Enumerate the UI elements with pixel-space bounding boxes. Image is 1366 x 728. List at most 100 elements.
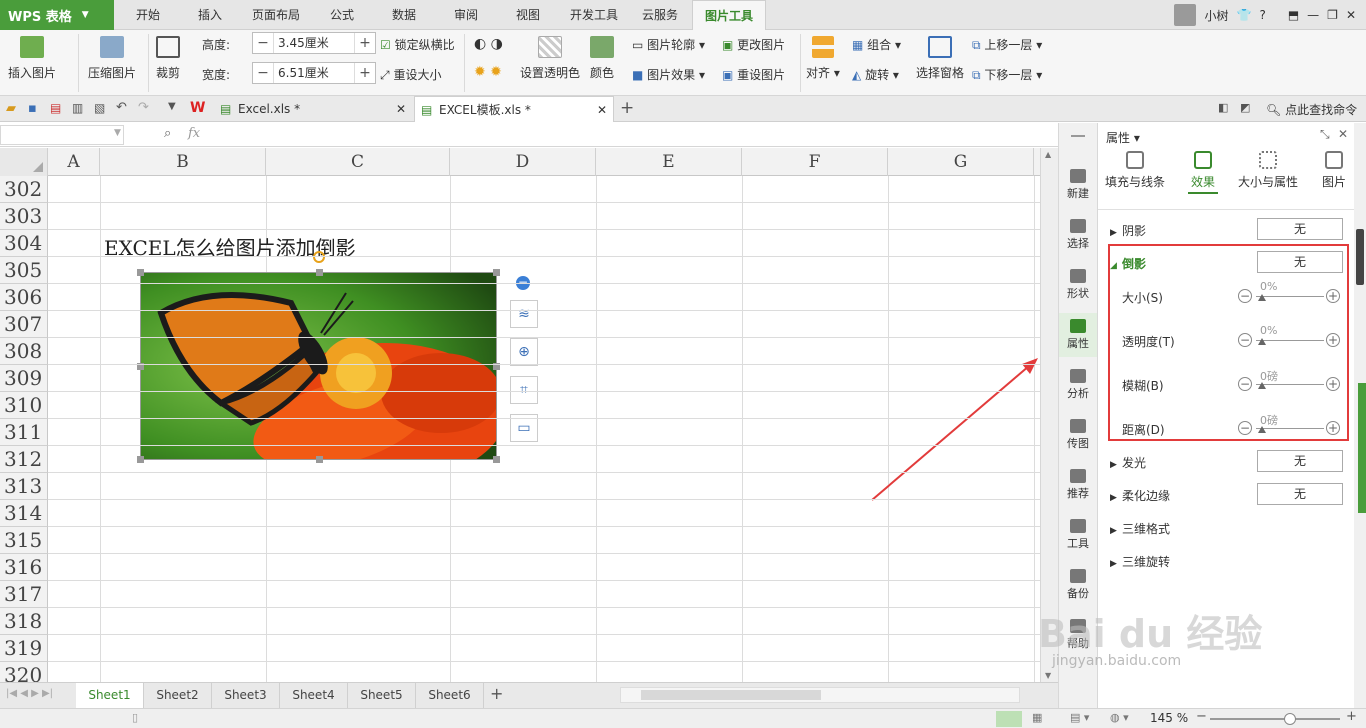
avatar[interactable] xyxy=(1174,4,1197,26)
resize-handle[interactable] xyxy=(316,269,323,276)
send-backward-button[interactable]: ⧉ 下移一层 ▾ xyxy=(972,66,1042,83)
open-folder-icon[interactable]: ▰ xyxy=(6,101,16,116)
zoom-lookup-icon[interactable]: ⌕ xyxy=(164,126,171,141)
sheet-tab[interactable]: Sheet2 xyxy=(144,683,212,708)
add-sheet-plus-icon[interactable]: + xyxy=(490,684,503,703)
width-stepper[interactable]: − 6.51厘米 + xyxy=(252,62,376,84)
compress-picture-button[interactable]: 压缩图片 xyxy=(88,36,136,81)
close-icon[interactable]: ✕ xyxy=(1346,8,1356,22)
row-header[interactable]: 304 xyxy=(0,230,48,257)
shadow-preset-select[interactable]: 无 xyxy=(1257,218,1343,240)
tab-developer[interactable]: 开发工具 xyxy=(558,0,630,30)
section-soft-edges[interactable]: ▶ 柔化边缘 xyxy=(1110,487,1170,504)
row-header[interactable]: 307 xyxy=(0,311,48,338)
resize-handle[interactable] xyxy=(137,269,144,276)
plus-icon[interactable]: + xyxy=(355,65,375,81)
tab-data[interactable]: 数据 xyxy=(380,0,428,30)
undo-icon[interactable]: ↶ xyxy=(116,100,127,115)
zoom-out-icon[interactable]: − xyxy=(1196,709,1207,724)
plus-icon[interactable]: + xyxy=(355,35,375,51)
redo-icon[interactable]: ↷ xyxy=(138,100,149,115)
sheet-tab[interactable]: Sheet3 xyxy=(212,683,280,708)
insert-picture-button[interactable]: 插入图片 xyxy=(8,36,56,81)
crop-button[interactable]: 裁剪 xyxy=(156,36,180,81)
page-break-view-icon[interactable]: ▦ xyxy=(1032,711,1042,724)
crop-icon[interactable]: ⌗ xyxy=(510,376,538,404)
side-nav-new[interactable]: 新建 xyxy=(1059,163,1097,207)
chevron-down-icon[interactable]: ▼ xyxy=(168,101,176,112)
zoom-level[interactable]: 145 % xyxy=(1150,711,1188,725)
row-header[interactable]: 303 xyxy=(0,203,48,230)
close-tab-icon[interactable]: ✕ xyxy=(597,97,607,123)
print-icon[interactable]: ▥ xyxy=(72,101,83,115)
tab-size-and-properties[interactable]: 大小与属性 xyxy=(1234,151,1302,190)
change-picture-button[interactable]: ▣ 更改图片 xyxy=(722,36,785,53)
selected-picture[interactable] xyxy=(137,251,506,483)
print-preview-icon[interactable]: ▧ xyxy=(94,101,105,115)
glow-preset-select[interactable]: 无 xyxy=(1257,450,1343,472)
column-header-e[interactable]: E xyxy=(596,148,742,176)
row-header[interactable]: 315 xyxy=(0,527,48,554)
brightness-icon[interactable]: ◐ ◑ xyxy=(474,36,503,52)
zoom-slider[interactable] xyxy=(1210,713,1340,725)
row-header[interactable]: 318 xyxy=(0,608,48,635)
zoom-in-icon[interactable]: ⊕ xyxy=(510,338,538,366)
column-header-f[interactable]: F xyxy=(742,148,888,176)
minimize-icon[interactable]: — xyxy=(1307,8,1319,22)
resize-handle[interactable] xyxy=(316,456,323,463)
column-header-a[interactable]: A xyxy=(48,148,100,176)
chevron-down-icon[interactable]: ▼ xyxy=(114,128,121,138)
picture-effect-button[interactable]: ■ 图片效果 ▾ xyxy=(632,66,705,83)
minus-icon[interactable]: − xyxy=(253,65,273,81)
tab-cloud[interactable]: 云服务 xyxy=(630,0,690,30)
macro-record-icon[interactable]: ▯ xyxy=(132,711,138,724)
section-glow[interactable]: ▶ 发光 xyxy=(1110,454,1146,471)
side-nav-backup[interactable]: 备份 xyxy=(1059,563,1097,607)
picture-outline-button[interactable]: ▭ 图片轮廓 ▾ xyxy=(632,36,705,53)
tab-page-layout[interactable]: 页面布局 xyxy=(240,0,312,30)
tab-fill-and-line[interactable]: 填充与线条 xyxy=(1104,151,1166,190)
row-header[interactable]: 320 xyxy=(0,662,48,682)
section-shadow[interactable]: ▶ 阴影 xyxy=(1110,222,1146,239)
soft-edges-preset-select[interactable]: 无 xyxy=(1257,483,1343,505)
find-command-search[interactable]: 🔍︎ 点此查找命令 xyxy=(1266,101,1357,118)
user-name[interactable]: 小树 xyxy=(1204,7,1228,24)
side-nav-upload-picture[interactable]: 传图 xyxy=(1059,413,1097,457)
doc-tab-excel[interactable]: ▤ Excel.xls * ✕ xyxy=(214,96,412,122)
feedback-icon[interactable]: ◩ xyxy=(1240,101,1250,114)
rotate-button[interactable]: ◭ 旋转 ▾ xyxy=(852,66,899,83)
collapse-panel-icon[interactable]: ⤡ xyxy=(1320,127,1330,142)
skin-icon[interactable]: 👕 xyxy=(1237,8,1252,22)
new-tab-plus-icon[interactable]: + xyxy=(620,98,634,118)
tab-review[interactable]: 审阅 xyxy=(442,0,490,30)
row-header[interactable]: 313 xyxy=(0,473,48,500)
resize-handle[interactable] xyxy=(493,456,500,463)
sheet-tab[interactable]: Sheet6 xyxy=(416,683,484,708)
drag-handle-icon[interactable] xyxy=(1071,135,1085,137)
zoom-in-icon[interactable]: + xyxy=(1346,709,1357,724)
tab-insert[interactable]: 插入 xyxy=(186,0,234,30)
row-header[interactable]: 302 xyxy=(0,176,48,203)
reset-picture-button[interactable]: ▣ 重设图片 xyxy=(722,66,785,83)
tab-home[interactable]: 开始 xyxy=(124,0,172,30)
resize-handle[interactable] xyxy=(137,456,144,463)
color-button[interactable]: 颜色 xyxy=(590,36,614,81)
zoom-slider-thumb[interactable] xyxy=(1284,713,1296,725)
side-nav-select[interactable]: 选择 xyxy=(1059,213,1097,257)
sheet-nav-icons[interactable]: |◀ ◀ ▶ ▶| xyxy=(6,688,53,699)
layout-view-icon[interactable]: ▤ ▾ xyxy=(1070,711,1089,724)
name-box[interactable] xyxy=(0,125,124,145)
row-header[interactable]: 312 xyxy=(0,446,48,473)
row-header[interactable]: 310 xyxy=(0,392,48,419)
side-nav-properties[interactable]: 属性 xyxy=(1059,313,1097,357)
lock-ratio-checkbox[interactable]: ☑ 锁定纵横比 xyxy=(380,36,455,53)
side-nav-analysis[interactable]: 分析 xyxy=(1059,363,1097,407)
reading-mode-icon[interactable]: ◍ ▾ xyxy=(1110,711,1129,724)
normal-view-icon[interactable] xyxy=(996,711,1022,727)
tab-picture-tools[interactable]: 图片工具 xyxy=(692,0,767,30)
help-button[interactable]: ? xyxy=(1259,8,1265,22)
close-icon[interactable]: ✕ xyxy=(1338,127,1348,141)
select-all-corner[interactable] xyxy=(0,148,48,176)
sheet-tab[interactable]: Sheet5 xyxy=(348,683,416,708)
set-transparent-button[interactable]: 设置透明色 xyxy=(520,36,580,81)
